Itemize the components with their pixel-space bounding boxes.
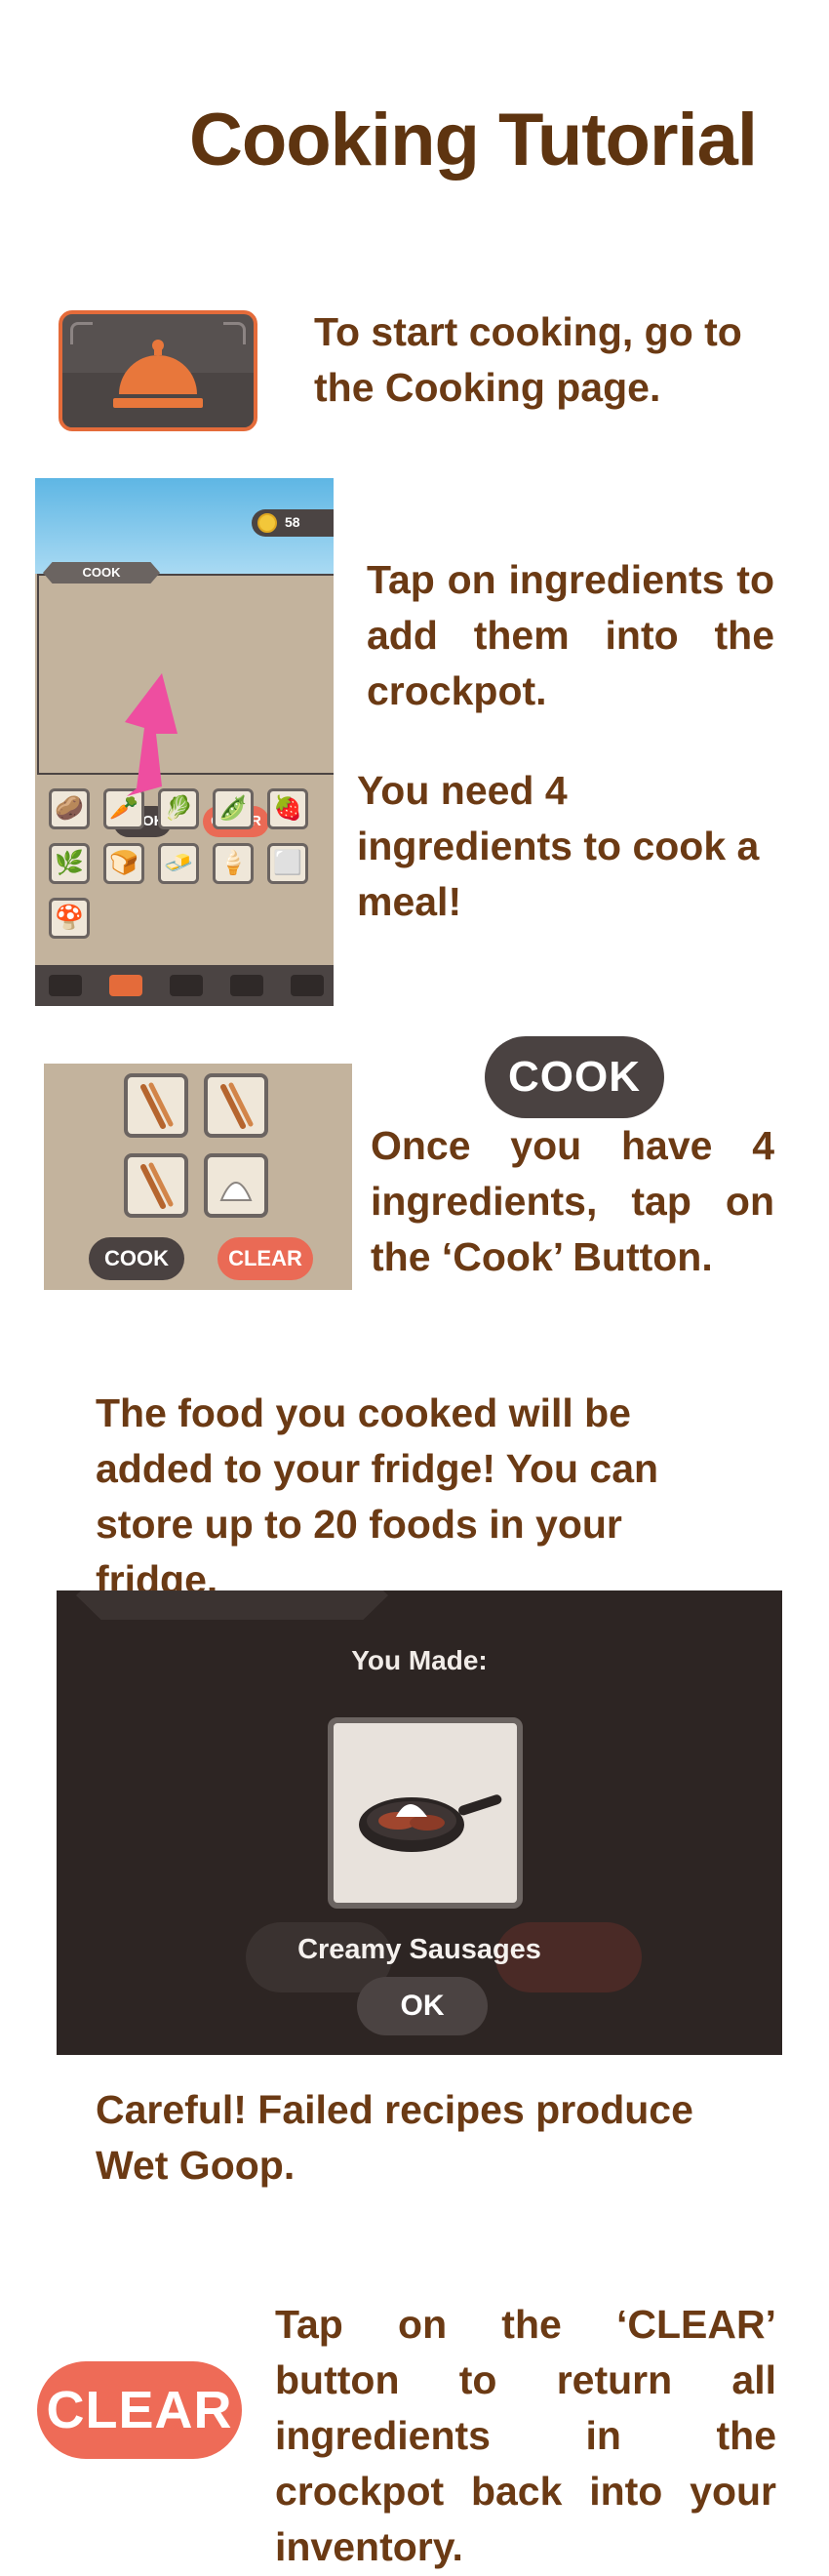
- food-result-box: [328, 1717, 523, 1909]
- cinnamon-stick-icon: [124, 1073, 188, 1138]
- step1-text: To start cooking, go to the Cooking page…: [314, 309, 742, 410]
- crop-clear-button[interactable]: CLEAR: [217, 1237, 313, 1280]
- frying-pan-icon: [359, 1794, 502, 1852]
- food-name: Creamy Sausages: [297, 1934, 541, 1965]
- tutorial-page: { "title": "Cooking Tutorial", "steps": …: [0, 0, 829, 2576]
- cook-button[interactable]: COOK: [485, 1036, 664, 1118]
- pink-arrow-icon: [125, 673, 178, 796]
- cream-icon: [204, 1153, 268, 1218]
- service-bell-icon: [113, 340, 203, 408]
- step2-text: Tap on ingredients to add them into the …: [367, 557, 774, 713]
- step7-text: Tap on the ‘CLEAR’ button to return all …: [275, 2302, 776, 2569]
- cinnamon-stick-icon: [204, 1073, 268, 1138]
- step6-text: Careful! Failed recipes produce Wet Goop…: [96, 2087, 693, 2188]
- cinnamon-stick-icon: [124, 1153, 188, 1218]
- crop-cook-button[interactable]: COOK: [89, 1237, 184, 1280]
- cooking-screen-preview: 58 COOK CLEAR COOK 🥔 🥕 🥬 🫛 🍓 🌿 🍞 🧈 🍦 ⬜ 🍄: [35, 478, 334, 1006]
- cooking-page-button[interactable]: [59, 310, 257, 431]
- ok-button[interactable]: OK: [357, 1977, 488, 2035]
- clear-button[interactable]: CLEAR: [37, 2361, 242, 2459]
- step3-text: You need 4 ingredients to cook a meal!: [357, 768, 760, 924]
- page-title: Cooking Tutorial: [188, 99, 758, 181]
- dialog-heading: You Made:: [351, 1645, 488, 1675]
- step5-text: The food you cooked will be added to you…: [96, 1390, 659, 1602]
- step4-text: Once you have 4 ingredients, tap on the …: [371, 1123, 774, 1279]
- filled-crockpot-preview: COOK CLEAR: [44, 1064, 352, 1290]
- you-made-dialog: You Made: Creamy Sausages OK: [57, 1590, 782, 2055]
